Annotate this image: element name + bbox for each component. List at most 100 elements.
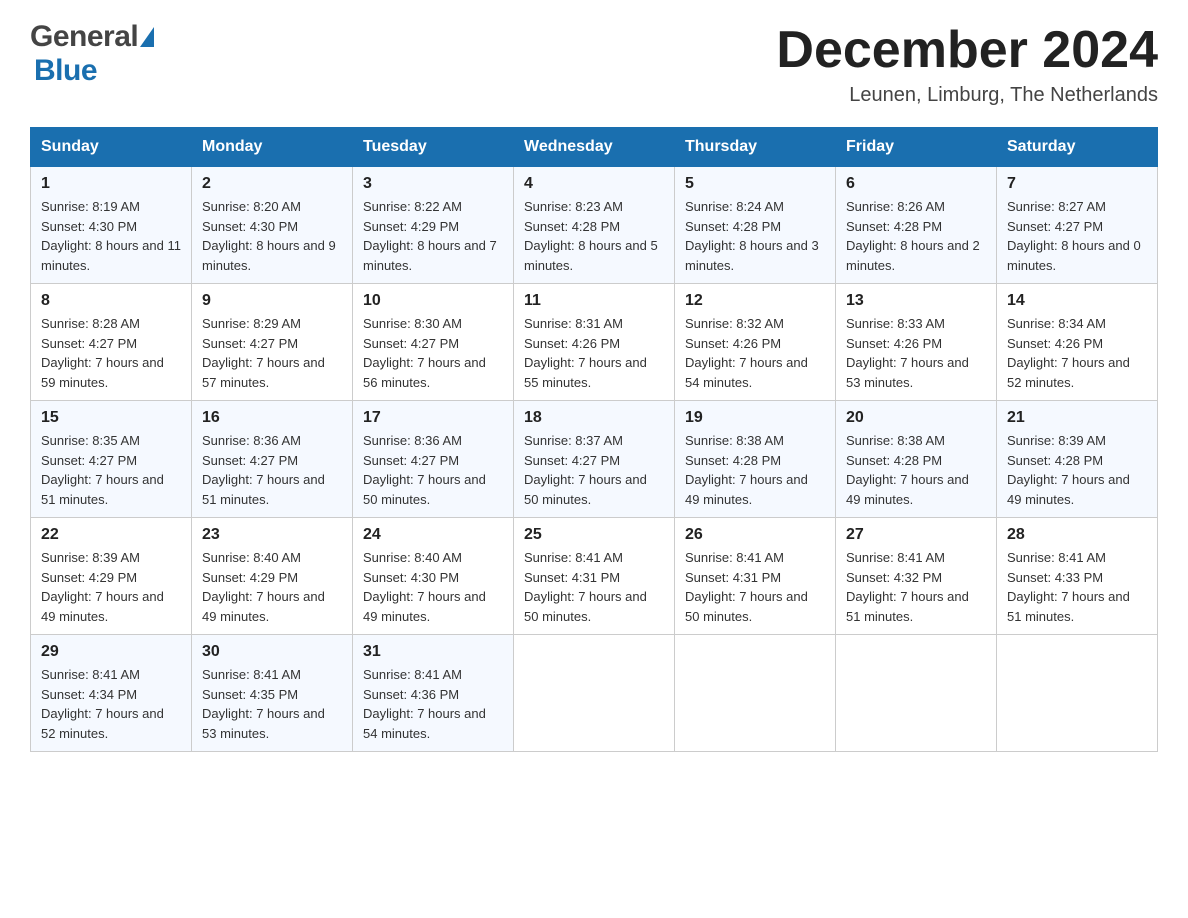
- calendar-day-cell: 1 Sunrise: 8:19 AM Sunset: 4:30 PM Dayli…: [31, 167, 192, 284]
- day-info: Sunrise: 8:29 AM Sunset: 4:27 PM Dayligh…: [202, 314, 342, 392]
- day-number: 30: [202, 643, 342, 661]
- day-number: 3: [363, 175, 503, 193]
- calendar-day-cell: [997, 635, 1158, 752]
- day-number: 18: [524, 409, 664, 427]
- day-number: 6: [846, 175, 986, 193]
- day-number: 20: [846, 409, 986, 427]
- calendar-day-cell: 4 Sunrise: 8:23 AM Sunset: 4:28 PM Dayli…: [514, 167, 675, 284]
- calendar-day-cell: 24 Sunrise: 8:40 AM Sunset: 4:30 PM Dayl…: [353, 518, 514, 635]
- day-number: 23: [202, 526, 342, 544]
- day-info: Sunrise: 8:27 AM Sunset: 4:27 PM Dayligh…: [1007, 197, 1147, 275]
- day-number: 19: [685, 409, 825, 427]
- logo-arrow-icon: [140, 27, 154, 47]
- calendar-day-cell: 31 Sunrise: 8:41 AM Sunset: 4:36 PM Dayl…: [353, 635, 514, 752]
- calendar-day-cell: 15 Sunrise: 8:35 AM Sunset: 4:27 PM Dayl…: [31, 401, 192, 518]
- day-number: 25: [524, 526, 664, 544]
- calendar-day-cell: [514, 635, 675, 752]
- day-info: Sunrise: 8:40 AM Sunset: 4:30 PM Dayligh…: [363, 548, 503, 626]
- calendar-day-cell: 10 Sunrise: 8:30 AM Sunset: 4:27 PM Dayl…: [353, 284, 514, 401]
- calendar-day-header: Monday: [192, 128, 353, 167]
- day-info: Sunrise: 8:38 AM Sunset: 4:28 PM Dayligh…: [685, 431, 825, 509]
- calendar-day-cell: 28 Sunrise: 8:41 AM Sunset: 4:33 PM Dayl…: [997, 518, 1158, 635]
- day-number: 21: [1007, 409, 1147, 427]
- day-number: 1: [41, 175, 181, 193]
- day-info: Sunrise: 8:41 AM Sunset: 4:34 PM Dayligh…: [41, 665, 181, 743]
- day-info: Sunrise: 8:20 AM Sunset: 4:30 PM Dayligh…: [202, 197, 342, 275]
- day-number: 28: [1007, 526, 1147, 544]
- day-number: 26: [685, 526, 825, 544]
- calendar-table: SundayMondayTuesdayWednesdayThursdayFrid…: [30, 127, 1158, 752]
- day-number: 2: [202, 175, 342, 193]
- calendar-day-cell: 9 Sunrise: 8:29 AM Sunset: 4:27 PM Dayli…: [192, 284, 353, 401]
- logo-blue-text: Blue: [34, 54, 97, 87]
- calendar-day-cell: 11 Sunrise: 8:31 AM Sunset: 4:26 PM Dayl…: [514, 284, 675, 401]
- calendar-day-cell: 29 Sunrise: 8:41 AM Sunset: 4:34 PM Dayl…: [31, 635, 192, 752]
- day-number: 15: [41, 409, 181, 427]
- calendar-day-header: Wednesday: [514, 128, 675, 167]
- day-number: 5: [685, 175, 825, 193]
- calendar-day-cell: 25 Sunrise: 8:41 AM Sunset: 4:31 PM Dayl…: [514, 518, 675, 635]
- calendar-day-cell: 17 Sunrise: 8:36 AM Sunset: 4:27 PM Dayl…: [353, 401, 514, 518]
- day-info: Sunrise: 8:19 AM Sunset: 4:30 PM Dayligh…: [41, 197, 181, 275]
- calendar-week-row: 1 Sunrise: 8:19 AM Sunset: 4:30 PM Dayli…: [31, 167, 1158, 284]
- day-info: Sunrise: 8:36 AM Sunset: 4:27 PM Dayligh…: [363, 431, 503, 509]
- day-number: 14: [1007, 292, 1147, 310]
- month-title: December 2024: [776, 20, 1158, 80]
- day-info: Sunrise: 8:40 AM Sunset: 4:29 PM Dayligh…: [202, 548, 342, 626]
- calendar-day-cell: 23 Sunrise: 8:40 AM Sunset: 4:29 PM Dayl…: [192, 518, 353, 635]
- day-info: Sunrise: 8:38 AM Sunset: 4:28 PM Dayligh…: [846, 431, 986, 509]
- day-info: Sunrise: 8:26 AM Sunset: 4:28 PM Dayligh…: [846, 197, 986, 275]
- calendar-day-cell: 12 Sunrise: 8:32 AM Sunset: 4:26 PM Dayl…: [675, 284, 836, 401]
- calendar-day-header: Saturday: [997, 128, 1158, 167]
- day-info: Sunrise: 8:41 AM Sunset: 4:36 PM Dayligh…: [363, 665, 503, 743]
- day-number: 8: [41, 292, 181, 310]
- day-number: 22: [41, 526, 181, 544]
- calendar-day-cell: 22 Sunrise: 8:39 AM Sunset: 4:29 PM Dayl…: [31, 518, 192, 635]
- calendar-day-cell: 13 Sunrise: 8:33 AM Sunset: 4:26 PM Dayl…: [836, 284, 997, 401]
- calendar-day-cell: 7 Sunrise: 8:27 AM Sunset: 4:27 PM Dayli…: [997, 167, 1158, 284]
- day-info: Sunrise: 8:30 AM Sunset: 4:27 PM Dayligh…: [363, 314, 503, 392]
- day-info: Sunrise: 8:41 AM Sunset: 4:31 PM Dayligh…: [524, 548, 664, 626]
- page-header: General Blue December 2024 Leunen, Limbu…: [30, 20, 1158, 107]
- calendar-day-cell: 21 Sunrise: 8:39 AM Sunset: 4:28 PM Dayl…: [997, 401, 1158, 518]
- calendar-day-cell: 26 Sunrise: 8:41 AM Sunset: 4:31 PM Dayl…: [675, 518, 836, 635]
- day-number: 11: [524, 292, 664, 310]
- day-number: 7: [1007, 175, 1147, 193]
- day-info: Sunrise: 8:35 AM Sunset: 4:27 PM Dayligh…: [41, 431, 181, 509]
- day-info: Sunrise: 8:39 AM Sunset: 4:28 PM Dayligh…: [1007, 431, 1147, 509]
- calendar-day-header: Tuesday: [353, 128, 514, 167]
- day-info: Sunrise: 8:41 AM Sunset: 4:31 PM Dayligh…: [685, 548, 825, 626]
- logo: General Blue: [30, 20, 156, 88]
- day-number: 31: [363, 643, 503, 661]
- day-number: 12: [685, 292, 825, 310]
- calendar-day-cell: 18 Sunrise: 8:37 AM Sunset: 4:27 PM Dayl…: [514, 401, 675, 518]
- calendar-day-cell: 2 Sunrise: 8:20 AM Sunset: 4:30 PM Dayli…: [192, 167, 353, 284]
- calendar-day-cell: 30 Sunrise: 8:41 AM Sunset: 4:35 PM Dayl…: [192, 635, 353, 752]
- day-info: Sunrise: 8:37 AM Sunset: 4:27 PM Dayligh…: [524, 431, 664, 509]
- day-info: Sunrise: 8:31 AM Sunset: 4:26 PM Dayligh…: [524, 314, 664, 392]
- calendar-week-row: 22 Sunrise: 8:39 AM Sunset: 4:29 PM Dayl…: [31, 518, 1158, 635]
- calendar-day-cell: 27 Sunrise: 8:41 AM Sunset: 4:32 PM Dayl…: [836, 518, 997, 635]
- day-info: Sunrise: 8:32 AM Sunset: 4:26 PM Dayligh…: [685, 314, 825, 392]
- day-number: 24: [363, 526, 503, 544]
- day-info: Sunrise: 8:36 AM Sunset: 4:27 PM Dayligh…: [202, 431, 342, 509]
- calendar-week-row: 15 Sunrise: 8:35 AM Sunset: 4:27 PM Dayl…: [31, 401, 1158, 518]
- day-info: Sunrise: 8:41 AM Sunset: 4:35 PM Dayligh…: [202, 665, 342, 743]
- day-info: Sunrise: 8:23 AM Sunset: 4:28 PM Dayligh…: [524, 197, 664, 275]
- calendar-week-row: 8 Sunrise: 8:28 AM Sunset: 4:27 PM Dayli…: [31, 284, 1158, 401]
- calendar-day-cell: 16 Sunrise: 8:36 AM Sunset: 4:27 PM Dayl…: [192, 401, 353, 518]
- day-number: 17: [363, 409, 503, 427]
- day-info: Sunrise: 8:28 AM Sunset: 4:27 PM Dayligh…: [41, 314, 181, 392]
- day-info: Sunrise: 8:34 AM Sunset: 4:26 PM Dayligh…: [1007, 314, 1147, 392]
- logo-general-text: General: [30, 20, 138, 54]
- day-number: 13: [846, 292, 986, 310]
- day-info: Sunrise: 8:39 AM Sunset: 4:29 PM Dayligh…: [41, 548, 181, 626]
- day-info: Sunrise: 8:24 AM Sunset: 4:28 PM Dayligh…: [685, 197, 825, 275]
- calendar-day-cell: 19 Sunrise: 8:38 AM Sunset: 4:28 PM Dayl…: [675, 401, 836, 518]
- calendar-day-cell: 8 Sunrise: 8:28 AM Sunset: 4:27 PM Dayli…: [31, 284, 192, 401]
- calendar-day-cell: [675, 635, 836, 752]
- day-number: 16: [202, 409, 342, 427]
- day-info: Sunrise: 8:41 AM Sunset: 4:32 PM Dayligh…: [846, 548, 986, 626]
- calendar-day-cell: 14 Sunrise: 8:34 AM Sunset: 4:26 PM Dayl…: [997, 284, 1158, 401]
- calendar-day-cell: 3 Sunrise: 8:22 AM Sunset: 4:29 PM Dayli…: [353, 167, 514, 284]
